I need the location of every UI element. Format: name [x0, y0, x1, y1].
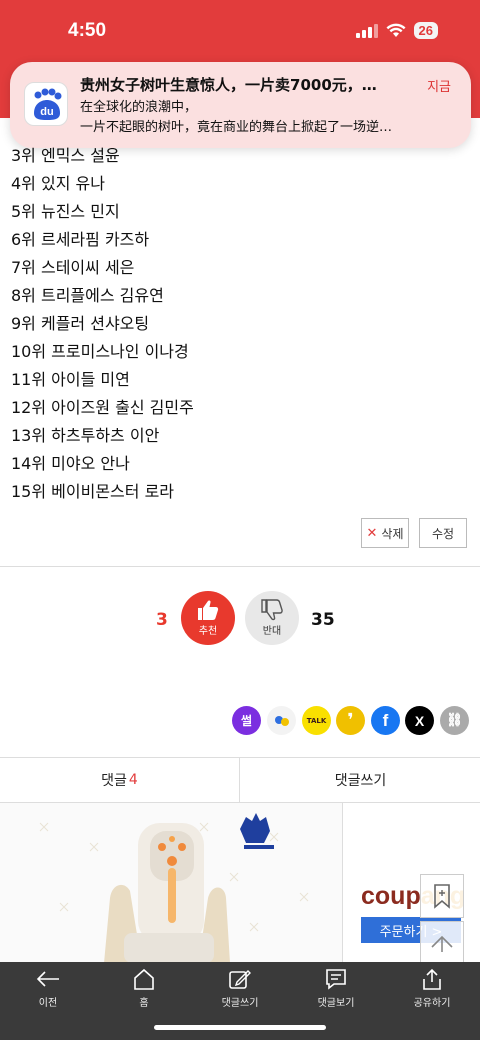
nav-back[interactable]: 이전 — [0, 968, 96, 1009]
divider — [0, 566, 480, 567]
list-item: 9위 케플러 션샤오팅 — [11, 314, 150, 333]
ranking-list: 3위 엔믹스 설윤 4위 있지 유나 5위 뉴진스 민지 6위 르세라핌 카즈하… — [11, 142, 194, 506]
delete-icon: ✕ — [366, 525, 378, 541]
nav-write-comment[interactable]: 댓글쓰기 — [192, 968, 288, 1009]
downvote-count: 35 — [311, 610, 335, 630]
nav-home[interactable]: 홈 — [96, 968, 192, 1009]
comments-tab-label: 댓글 — [101, 773, 127, 789]
downvote-label: 반대 — [262, 626, 282, 637]
nav-back-label: 이전 — [38, 998, 58, 1009]
edit-button[interactable]: 수정 — [419, 518, 467, 548]
facebook-share-icon[interactable]: f — [371, 706, 400, 735]
list-item: 5위 뉴진스 민지 — [11, 202, 120, 221]
list-item: 11위 아이들 미연 — [11, 370, 130, 389]
list-item: 7위 스테이씨 세은 — [11, 258, 135, 277]
upvote-count: 3 — [156, 610, 168, 630]
dots-share-icon[interactable] — [267, 706, 296, 735]
nav-view-comments-label: 댓글보기 — [317, 998, 355, 1009]
notification-title: 贵州女子树叶生意惊人，一片卖7000元，… — [80, 76, 377, 94]
signal-icon — [355, 23, 378, 38]
upvote-label: 추천 — [198, 626, 218, 637]
list-item: 13위 하츠투하츠 이안 — [11, 426, 160, 445]
share-icon — [423, 968, 441, 990]
status-icons: 26 — [355, 22, 438, 39]
tab-write-comment[interactable]: 댓글쓰기 — [241, 758, 480, 802]
list-item: 4위 있지 유나 — [11, 174, 105, 193]
link-share-icon[interactable]: ⛓ — [440, 706, 469, 735]
list-item: 15위 베이비몬스터 로라 — [11, 482, 175, 501]
baidu-app-icon: du — [24, 82, 68, 126]
x-share-icon[interactable]: X — [405, 706, 434, 735]
kakaostory-share-icon[interactable]: ❜ — [336, 706, 365, 735]
nav-share-label: 공유하기 — [413, 998, 451, 1009]
list-item: 6위 르세라핌 카즈하 — [11, 230, 150, 249]
clock: 4:50 — [68, 20, 107, 41]
notification-body-line2: 一片不起眼的树叶，竟在商业的舞台上掀起了一场逆… — [80, 120, 393, 135]
downvote-button[interactable]: 반대 — [245, 591, 299, 645]
delete-button[interactable]: ✕ 삭제 — [361, 518, 409, 548]
nav-home-label: 홈 — [139, 998, 149, 1009]
back-arrow-icon — [36, 971, 59, 987]
bookmark-button[interactable] — [420, 874, 464, 918]
edit-label: 수정 — [431, 526, 455, 541]
list-item: 8위 트리플에스 김유연 — [11, 286, 164, 305]
home-indicator — [154, 1025, 326, 1030]
nav-share[interactable]: 공유하기 — [384, 968, 480, 1009]
tab-comments[interactable]: 댓글 4 — [0, 758, 240, 802]
notification-body-line1: 在全球化的浪潮中， — [80, 100, 198, 115]
wifi-icon — [386, 23, 406, 37]
coupang-logo-part1: coup — [361, 882, 421, 910]
comments-count: 4 — [128, 772, 138, 788]
push-notification[interactable]: du 贵州女子树叶生意惊人，一片卖7000元，… 지금 在全球化的浪潮中， 一片… — [10, 62, 471, 148]
list-item: 12위 아이즈원 출신 김민주 — [11, 398, 194, 417]
ad-banner[interactable]: coupang 주문하기 > — [0, 803, 480, 963]
thumbs-down-icon — [261, 599, 283, 621]
write-comment-icon — [229, 970, 251, 989]
delete-label: 삭제 — [381, 526, 404, 541]
list-item: 3위 엔믹스 설윤 — [11, 146, 120, 165]
kakaotalk-share-icon[interactable]: TALK — [302, 706, 331, 735]
list-item: 10위 프로미스나인 이나경 — [11, 342, 189, 361]
ad-product-panel[interactable] — [0, 803, 343, 963]
scroll-top-button[interactable] — [420, 921, 464, 965]
view-comments-icon — [326, 969, 346, 990]
massage-chair-image — [39, 813, 309, 963]
notification-time: 지금 — [427, 80, 451, 95]
nav-write-comment-label: 댓글쓰기 — [221, 998, 259, 1009]
arrow-up-icon — [431, 935, 453, 952]
thumbs-up-icon — [198, 600, 219, 620]
list-item: 14위 미야오 안나 — [11, 454, 130, 473]
write-comment-label: 댓글쓰기 — [334, 773, 387, 789]
upvote-button[interactable]: 추천 — [181, 591, 235, 645]
home-icon — [134, 968, 154, 990]
svg-text:du: du — [40, 106, 53, 118]
ssul-share-icon[interactable]: 썰 — [232, 706, 261, 735]
battery-indicator: 26 — [413, 22, 438, 39]
bookmark-icon — [434, 884, 450, 909]
nav-view-comments[interactable]: 댓글보기 — [288, 968, 384, 1009]
